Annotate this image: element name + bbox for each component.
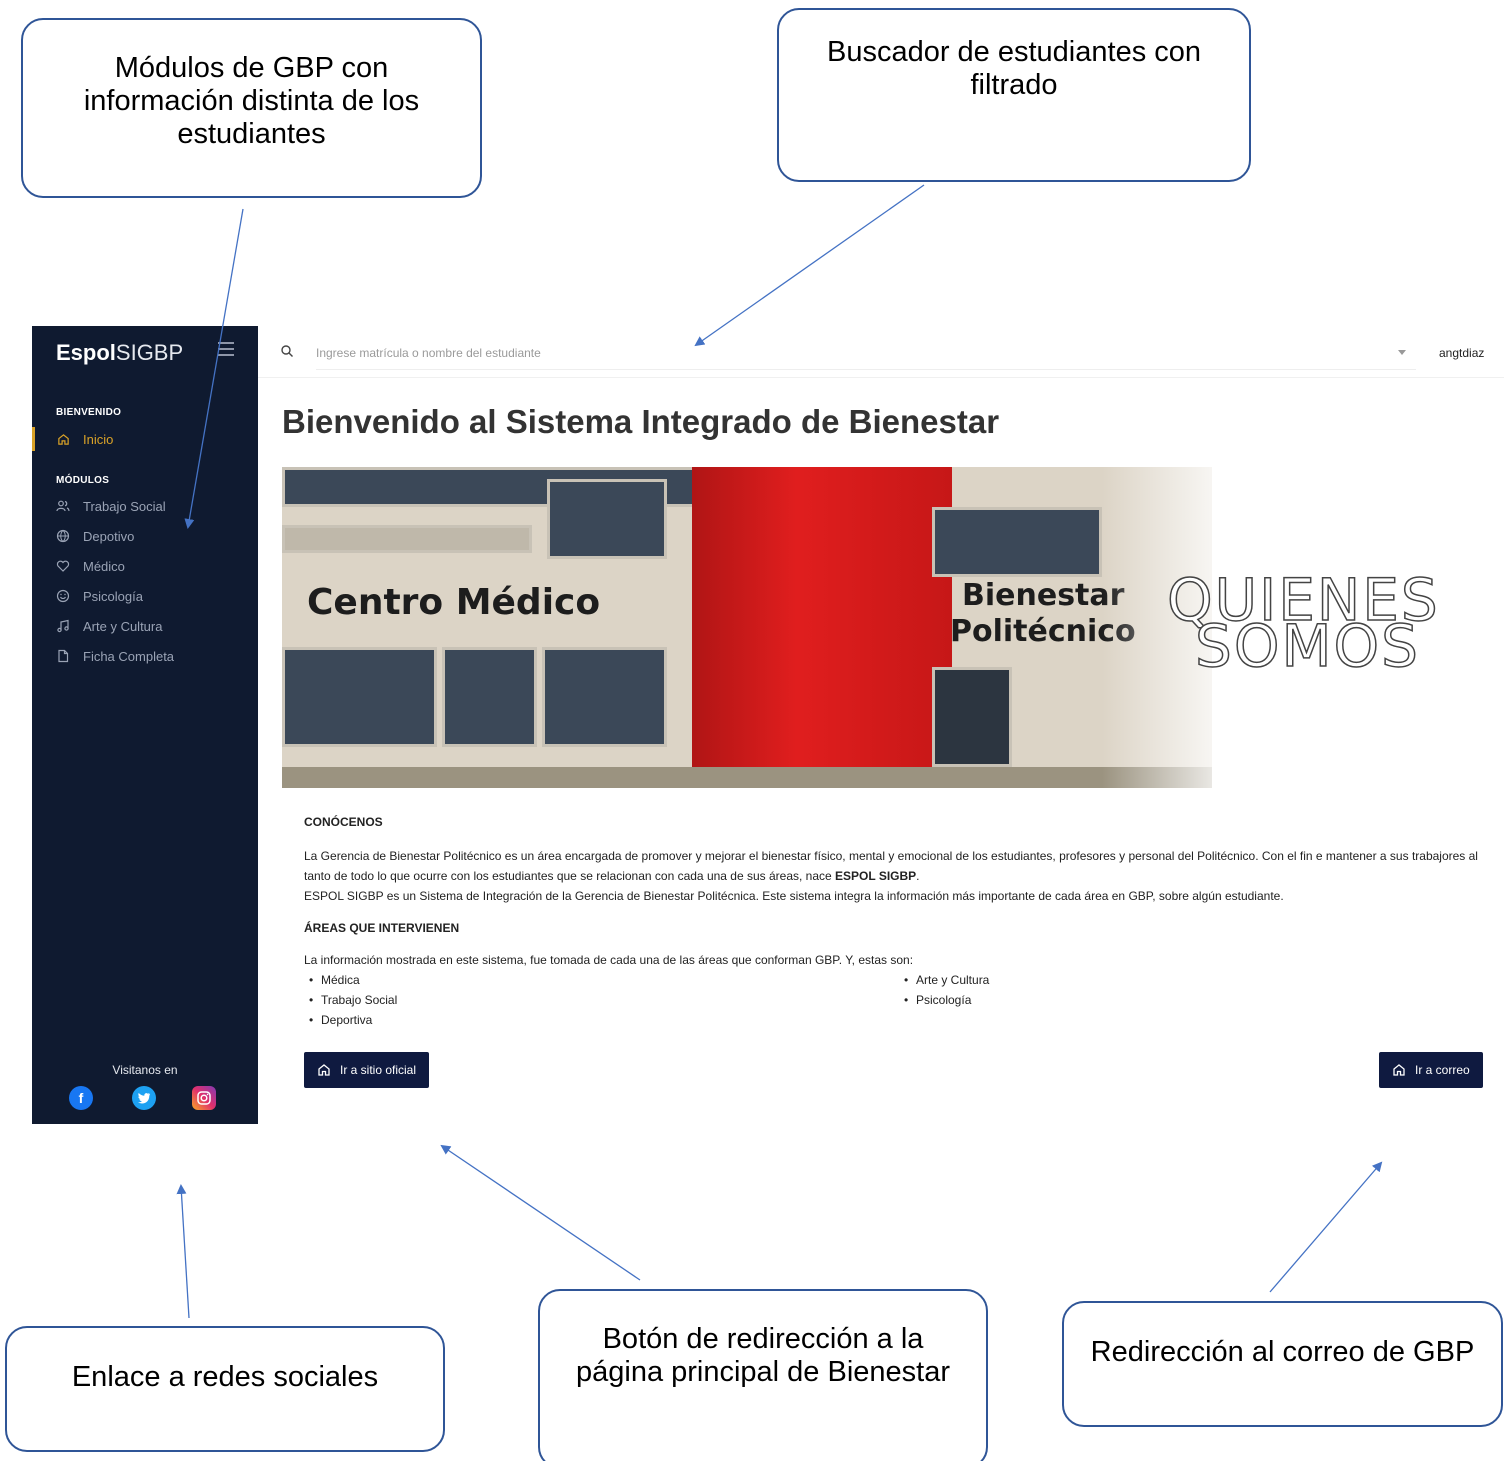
about-section: CONÓCENOS La Gerencia de Bienestar Polit… [304,812,1494,1030]
smile-icon [56,589,70,603]
areas-heading: ÁREAS QUE INTERVIENEN [304,921,460,935]
student-search-input[interactable] [316,336,1416,370]
list-item: Psicología [899,990,1494,1010]
areas-list: Médica Trabajo Social Deportiva Arte y C… [304,970,1494,1030]
list-item: Arte y Cultura [899,970,1494,990]
official-site-button[interactable]: Ir a sitio oficial [304,1052,430,1088]
music-icon [56,619,70,633]
sidebar-item-inicio[interactable]: Inicio [56,429,113,449]
top-bar: angtdiaz [258,326,1504,378]
banner-sign-left: Centro Médico [307,582,601,623]
section-modules-label: MÓDULOS [56,475,110,486]
arrow-correo [1269,1161,1383,1293]
callout-modulos: Módulos de GBP con información distinta … [21,18,482,198]
arrow-boton-bienestar [440,1144,641,1281]
callout-redes: Enlace a redes sociales [5,1326,445,1452]
list-item: Médica [304,970,899,990]
section-welcome-label: BIENVENIDO [56,407,122,418]
heart-icon [56,559,70,573]
sidebar-item-arte-cultura[interactable]: Arte y Cultura [56,616,162,636]
chevron-down-icon[interactable] [1398,350,1406,355]
instagram-icon[interactable] [192,1086,216,1110]
ball-icon [56,529,70,543]
menu-icon[interactable] [218,342,234,356]
arrow-buscador [694,184,925,347]
conocenos-heading: CONÓCENOS [304,815,383,829]
twitter-icon[interactable] [132,1086,156,1110]
areas-intro: La información mostrada en este sistema,… [304,953,914,967]
brand-logo[interactable]: EspolSIGBP [56,340,183,366]
sidebar-item-deportivo[interactable]: Depotivo [56,526,134,546]
search-icon[interactable] [280,344,294,358]
banner-sign-right-1: Bienestar [962,578,1125,613]
list-item: Deportiva [304,1010,899,1030]
list-item: Trabajo Social [304,990,899,1010]
home-icon [1393,1064,1405,1076]
home-icon [318,1064,330,1076]
sidebar-item-medico[interactable]: Médico [56,556,125,576]
callout-boton-bienestar: Botón de redirección a la página princip… [538,1289,988,1461]
email-button[interactable]: Ir a correo [1379,1052,1483,1088]
home-icon [56,432,70,446]
callout-buscador: Buscador de estudiantes con filtrado [777,8,1251,182]
active-indicator [32,427,35,451]
conocenos-paragraph-2: ESPOL SIGBP es un Sistema de Integración… [304,889,1284,903]
sidebar-item-psicologia[interactable]: Psicología [56,586,143,606]
sidebar: EspolSIGBP BIENVENIDO Inicio MÓDULOS Tra… [32,326,258,1124]
conocenos-paragraph: La Gerencia de Bienestar Politécnico es … [304,849,1478,883]
visit-label: Visitanos en [112,1063,178,1077]
sidebar-item-ficha-completa[interactable]: Ficha Completa [56,646,174,666]
file-icon [56,649,70,663]
user-name[interactable]: angtdiaz [1439,346,1484,360]
banner-image: Centro Médico Bienestar Politécnico QUIE… [282,467,1504,788]
page-title: Bienvenido al Sistema Integrado de Biene… [282,403,1000,440]
users-icon [56,499,70,513]
callout-correo: Redirección al correo de GBP [1062,1301,1503,1427]
sidebar-item-trabajo-social[interactable]: Trabajo Social [56,496,166,516]
arrow-redes [176,1184,190,1319]
facebook-icon[interactable]: f [69,1086,93,1110]
banner-quienes-text: QUIENES SOMOS [1166,566,1440,680]
